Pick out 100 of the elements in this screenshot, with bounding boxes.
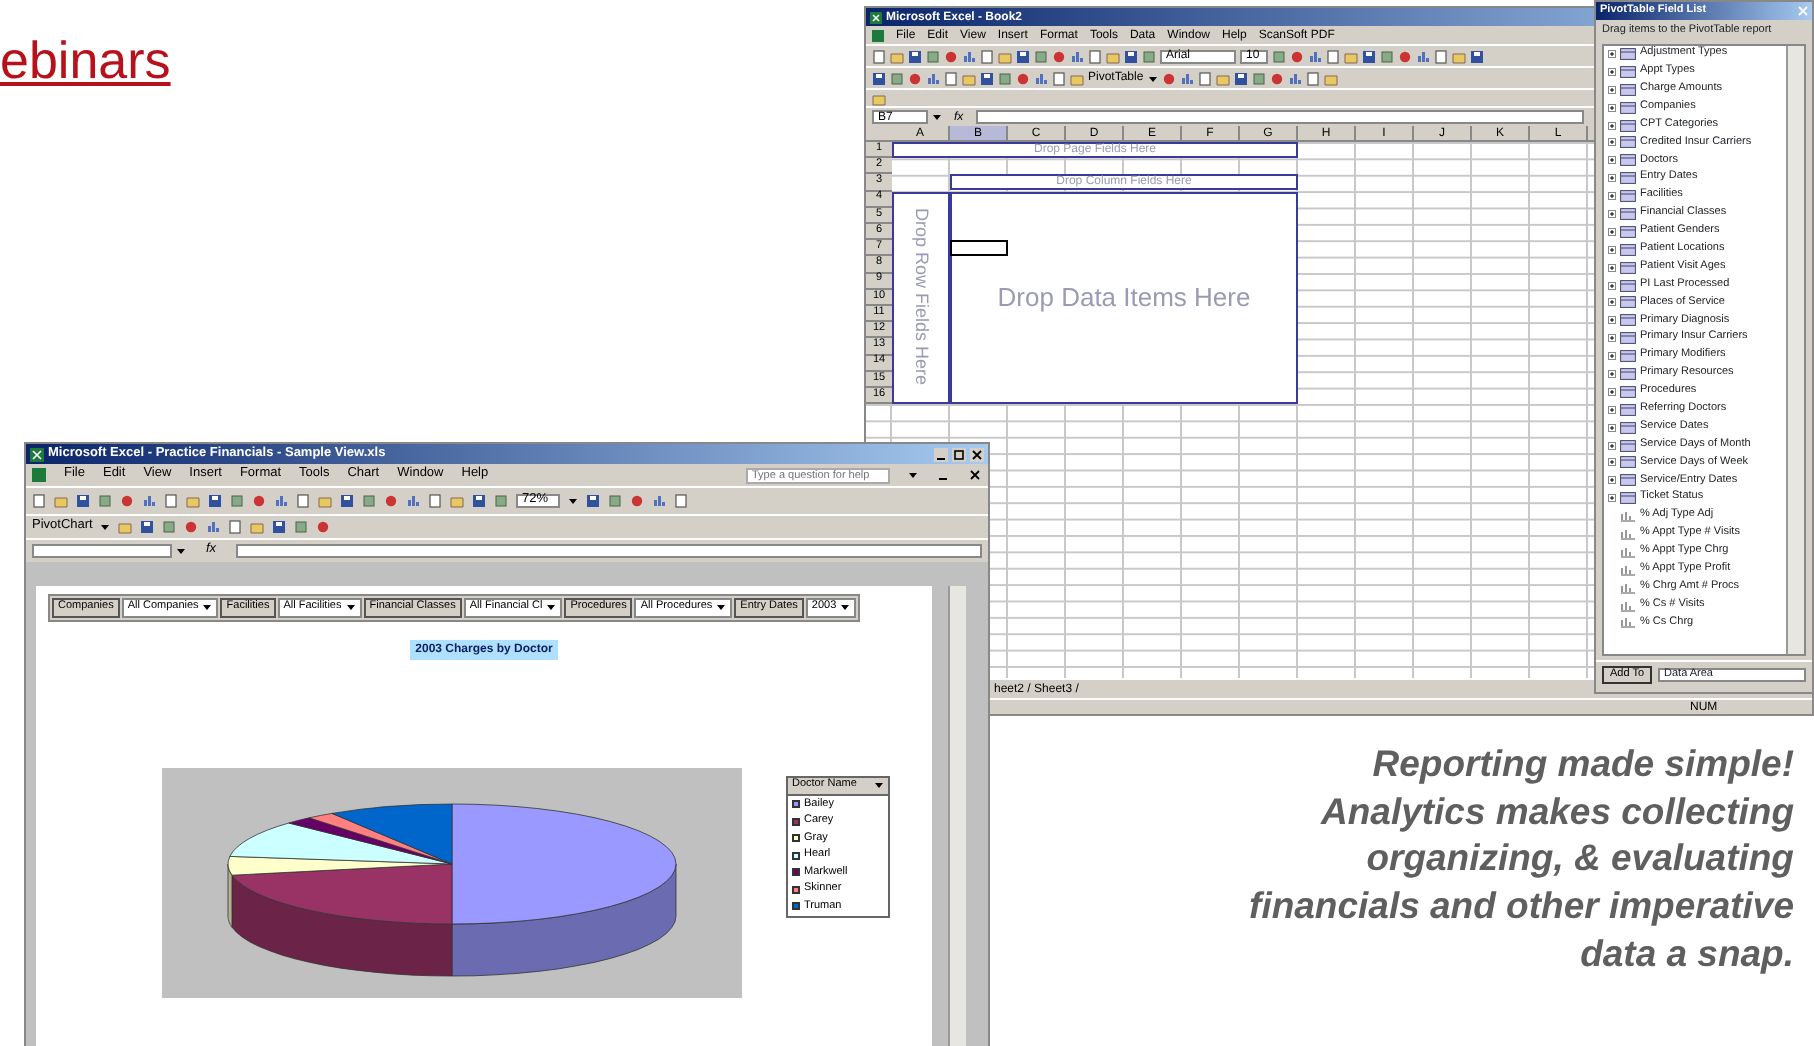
toolbar-icon[interactable] (1416, 49, 1430, 63)
expand-icon[interactable] (1608, 121, 1616, 129)
toolbar-icon[interactable] (1233, 71, 1248, 85)
data-field-icon (1620, 527, 1636, 540)
dropdown-caret-icon[interactable] (874, 780, 884, 791)
dropdown-caret-icon[interactable] (345, 602, 356, 613)
excel-app-icon (870, 11, 882, 23)
toolbar-icon[interactable] (472, 494, 486, 508)
toolbar-icon[interactable] (206, 520, 221, 534)
toolbar-icon[interactable] (76, 494, 90, 508)
field-icon (1620, 101, 1636, 114)
dropdown-caret-icon[interactable] (1147, 73, 1158, 83)
toolbar-icon[interactable] (140, 520, 155, 534)
dropdown-caret-icon[interactable] (568, 496, 578, 506)
expand-icon[interactable] (1608, 85, 1616, 94)
expand-icon[interactable] (1608, 476, 1616, 485)
toolbar-icon[interactable] (1308, 49, 1322, 63)
field-icon (1620, 492, 1636, 505)
field-icon (1620, 83, 1636, 96)
expand-icon[interactable] (1608, 227, 1616, 236)
scrollbar[interactable] (948, 586, 966, 1046)
field-icon (1620, 119, 1636, 131)
expand-icon[interactable] (1608, 423, 1616, 432)
toolbar-icon[interactable] (908, 49, 922, 63)
expand-icon[interactable] (1608, 387, 1616, 396)
dropdown-caret-icon[interactable] (840, 602, 851, 613)
data-field-icon (1620, 616, 1636, 629)
toolbar-icon[interactable] (926, 71, 940, 85)
toolbar-icon[interactable] (1362, 49, 1376, 63)
dropdown-caret-icon[interactable] (908, 470, 918, 480)
page-heading[interactable]: ebinars (0, 28, 171, 96)
expand-icon[interactable] (1608, 156, 1616, 165)
toolbar-icon[interactable] (1070, 49, 1084, 63)
field-icon (1620, 314, 1636, 327)
expand-icon[interactable] (1608, 67, 1616, 76)
data-field-icon (1620, 510, 1636, 523)
field-icon (1620, 207, 1636, 220)
caption-text: Reporting made simple! Analytics makes collecting organizing, & evaluating financials and other imperative data a snap. (1247, 740, 1794, 977)
expand-icon[interactable] (1608, 103, 1616, 112)
toolbar-icon[interactable] (142, 494, 156, 508)
toolbar-icon[interactable] (586, 494, 600, 508)
dropdown-caret-icon[interactable] (716, 602, 727, 613)
toolbar-icon[interactable] (272, 520, 287, 534)
field-icon (1620, 456, 1636, 469)
expand-icon[interactable] (1608, 49, 1616, 58)
expand-icon[interactable] (1608, 316, 1616, 325)
minimize-icon[interactable] (934, 447, 948, 461)
data-field-icon (1620, 581, 1636, 594)
toolbar-icon[interactable] (1034, 71, 1048, 85)
toolbar-icon[interactable] (872, 71, 886, 85)
toolbar-icon[interactable] (1287, 71, 1302, 85)
expand-icon[interactable] (1608, 174, 1616, 183)
expand-icon[interactable] (1608, 352, 1616, 361)
toolbar-icon[interactable] (980, 71, 994, 85)
toolbar-icon[interactable] (208, 494, 222, 508)
dropdown-caret-icon[interactable] (176, 546, 186, 556)
scrollbar[interactable] (1786, 45, 1804, 654)
expand-icon[interactable] (1608, 441, 1616, 450)
maximize-icon[interactable] (952, 447, 966, 461)
formula-field[interactable] (975, 110, 1584, 124)
toolbar-icon[interactable] (274, 494, 288, 508)
expand-icon[interactable] (1608, 369, 1616, 378)
field-icon (1620, 421, 1636, 434)
expand-icon[interactable] (1608, 245, 1616, 254)
expand-icon[interactable] (1608, 263, 1616, 272)
toolbar-icon[interactable] (1124, 49, 1138, 63)
expand-icon[interactable] (1608, 192, 1616, 201)
field-icon (1620, 296, 1636, 309)
field-icon (1620, 403, 1636, 416)
field-icon (1620, 385, 1636, 398)
toolbar-icon[interactable] (1179, 71, 1194, 85)
active-cell[interactable] (950, 240, 1008, 256)
toolbar-icon[interactable] (340, 494, 354, 508)
field-icon (1620, 367, 1636, 380)
dropdown-caret-icon[interactable] (100, 522, 111, 532)
close-icon[interactable] (970, 447, 984, 461)
expand-icon[interactable] (1608, 298, 1616, 307)
close-icon[interactable] (968, 468, 982, 482)
dropdown-caret-icon[interactable] (202, 602, 213, 613)
field-icon (1620, 172, 1636, 185)
expand-icon[interactable] (1608, 334, 1616, 343)
expand-icon[interactable] (1608, 458, 1616, 467)
expand-icon[interactable] (1608, 281, 1616, 290)
field-icon (1620, 136, 1636, 149)
expand-icon[interactable] (1608, 405, 1616, 414)
expand-icon[interactable] (1608, 138, 1616, 147)
expand-icon[interactable] (1608, 494, 1616, 503)
workbook-icon[interactable] (872, 29, 884, 41)
dropdown-caret-icon[interactable] (932, 112, 942, 122)
formula-field[interactable] (236, 544, 982, 558)
expand-icon[interactable] (1608, 209, 1616, 218)
toolbar-icon[interactable] (962, 49, 976, 63)
toolbar-icon[interactable] (406, 494, 420, 508)
field-icon (1620, 65, 1636, 78)
dropdown-caret-icon[interactable] (546, 602, 557, 613)
field-icon (1620, 190, 1636, 203)
toolbar-icon[interactable] (1016, 49, 1030, 63)
toolbar-icon[interactable] (652, 494, 666, 508)
toolbar-icon[interactable] (1470, 49, 1484, 63)
toolbar-icon[interactable] (674, 494, 688, 508)
